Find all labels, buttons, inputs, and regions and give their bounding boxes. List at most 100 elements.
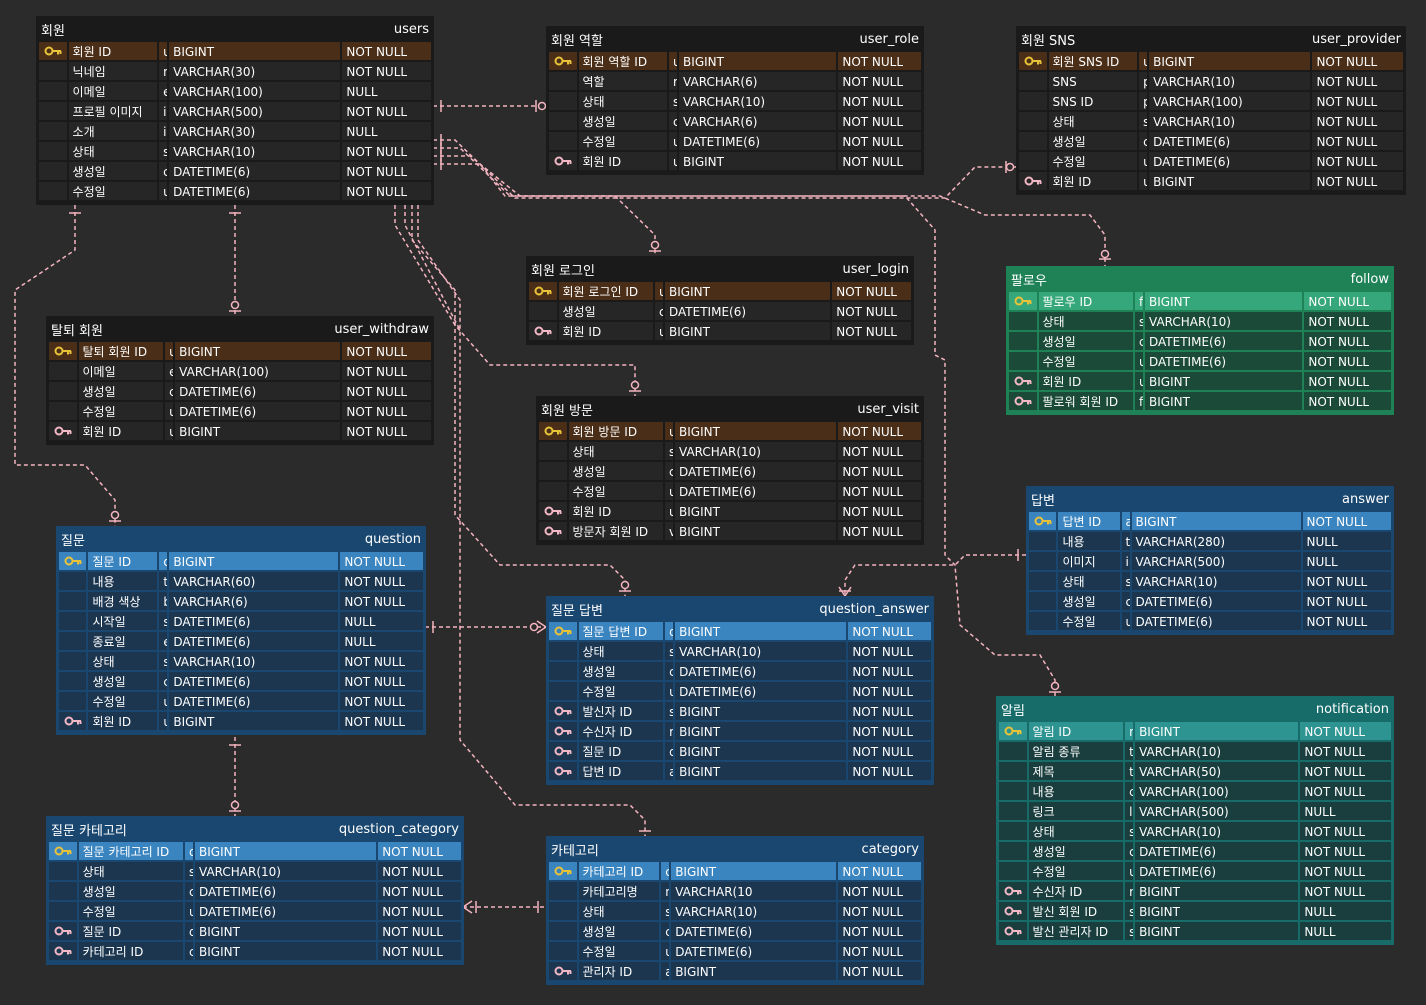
table-row[interactable]: 회원 IDuser_idBIGINTNOT NULL (539, 502, 921, 522)
table-row[interactable]: 수정일update_date_timeDATETIME(6)NOT NULL (59, 692, 423, 712)
table-row[interactable]: 생성일create_date_timeDATETIME(6)NOT NULL (59, 672, 423, 692)
table-row[interactable]: 수신자 IDreceiver_idBIGINTNOT NULL (549, 722, 931, 742)
table-row[interactable]: 역할roleVARCHAR(6)NOT NULL (549, 72, 921, 92)
table-row[interactable]: 수정일update_date_timeDATETIME(6)NOT NULL (549, 942, 921, 962)
table-row[interactable]: 회원 SNS IDuser_provider_idBIGINTNOT NULL (1019, 52, 1403, 72)
table-user-visit[interactable]: 회원 방문user_visit회원 방문 IDuser_visit_idBIGI… (536, 396, 924, 545)
table-row[interactable]: 질문 IDquestion_idBIGINTNOT NULL (49, 922, 461, 942)
table-row[interactable]: 수정일update_date_timeDATETIME(6)NOT NULL (49, 902, 461, 922)
table-row[interactable]: 카테고리 IDcategory_idBIGINTNOT NULL (49, 942, 461, 962)
table-row[interactable]: 회원 IDuser_idBIGINTNOT NULL (529, 322, 911, 342)
table-row[interactable]: 소개introductionVARCHAR(30)NULL (39, 122, 431, 142)
table-row[interactable]: 팔로우 IDfollow_idBIGINTNOT NULL (1009, 292, 1391, 312)
table-row[interactable]: 내용textVARCHAR(60)NOT NULL (59, 572, 423, 592)
table-user-provider[interactable]: 회원 SNS user_provider 회원 SNS IDuser_provide… (1016, 26, 1406, 195)
table-user-login[interactable]: 회원 로그인user_login회원 로그인 IDuser_login_idBI… (526, 256, 914, 345)
table-row[interactable]: 카테고리 IDcategory_idBIGINTNOT NULL (549, 862, 921, 882)
table-row[interactable]: 상태statusVARCHAR(10)NOT NULL (549, 902, 921, 922)
table-row[interactable]: 답변 IDanswer_idBIGINTNOT NULL (1029, 512, 1391, 532)
table-row[interactable]: 생성일create_date_timeDATETIME(6)NOT NULL (1019, 132, 1403, 152)
table-row[interactable]: 배경 색상background_colorVARCHAR(6)NOT NULL (59, 592, 423, 612)
table-row[interactable]: 내용contextVARCHAR(100)NOT NULL (999, 782, 1392, 802)
table-user-role[interactable]: 회원 역할user_role회원 역할 IDuser_role_idBIGINT… (546, 26, 924, 175)
table-row[interactable]: 관리자 IDadmin_idBIGINTNOT NULL (549, 962, 921, 982)
table-row[interactable]: 알림 IDnotification_idBIGINTNOT NULL (999, 722, 1392, 742)
table-row[interactable]: 이메일emailVARCHAR(100)NULL (39, 82, 431, 102)
table-row[interactable]: 생성일create_date_timeVARCHAR(6)NOT NULL (549, 112, 921, 132)
table-row[interactable]: 프로필 이미지image_urlVARCHAR(500)NOT NULL (39, 102, 431, 122)
table-row[interactable]: 닉네임nicknameVARCHAR(30)NOT NULL (39, 62, 431, 82)
table-row[interactable]: SNS IDprovider_idVARCHAR(100)NOT NULL (1019, 92, 1403, 112)
table-follow[interactable]: 팔로우follow팔로우 IDfollow_idBIGINTNOT NULL상태… (1006, 266, 1394, 415)
table-row[interactable]: 상태statusVARCHAR(10)NOT NULL (39, 142, 431, 162)
table-row[interactable]: 회원 IDuser_idBIGINTNOT NULL (549, 152, 921, 172)
table-row[interactable]: 발신자 IDsender_idBIGINTNOT NULL (549, 702, 931, 722)
table-row[interactable]: 수정일update_date_timeDATETIME(6)NOT NULL (1029, 612, 1391, 632)
table-row[interactable]: 팔로워 회원 IDfollower_user_idBIGINTNOT NULL (1009, 392, 1391, 412)
table-row[interactable]: 회원 IDuser_idBIGINTNOT NULL (1019, 172, 1403, 192)
table-row[interactable]: 탈퇴 회원 IDuser_withdraw_idBIGINTNOT NULL (49, 342, 431, 362)
table-row[interactable]: 수정일update_date_timeDATETIME(6)NOT NULL (539, 482, 921, 502)
table-row[interactable]: 생성일create_date_timeDATETIME(6)NOT NULL (539, 462, 921, 482)
table-row[interactable]: 수정일update_date_timeDATETIME(6)NOT NULL (999, 862, 1392, 882)
table-row[interactable]: 생성일create_date_timeDATETIME(6)NOT NULL (49, 882, 461, 902)
table-row[interactable]: 회원 IDuser_idBIGINTNOT NULL (1009, 372, 1391, 392)
table-row[interactable]: 수정일update_date_timeDATETIME(6)NOT NULL (549, 132, 921, 152)
table-row[interactable]: 질문 카테고리 IDquestion_category_idBIGINTNOT … (49, 842, 461, 862)
table-question-answer[interactable]: 질문 답변 question_answer 질문 답변 IDquestion_ans… (546, 596, 934, 785)
table-row[interactable]: 수정일update_date_timeDATETIME(6)NOT NULL (49, 402, 431, 422)
table-row[interactable]: 시작일start_date_timeDATETIME(6)NULL (59, 612, 423, 632)
table-row[interactable]: 회원 IDuser_idBIGINTNOT NULL (39, 42, 431, 62)
table-user-withdraw[interactable]: 탈퇴 회원 user_withdraw 탈퇴 회원 IDuser_withdraw_… (46, 316, 434, 445)
table-row[interactable]: 회원 역할 IDuser_role_idBIGINTNOT NULL (549, 52, 921, 72)
table-row[interactable]: 생성일create_date_timeDATETIME(6)NOT NULL (549, 662, 931, 682)
table-row[interactable]: 회원 IDuser_idBIGINTNOT NULL (59, 712, 423, 732)
table-row[interactable]: 생성일create_date_timeDATETIME(6)NOT NULL (529, 302, 911, 322)
table-notification[interactable]: 알림notification알림 IDnotification_idBIGINT… (996, 696, 1394, 945)
table-row[interactable]: 상태statusVARCHAR(10)NOT NULL (49, 862, 461, 882)
table-row[interactable]: 생성일create_date_timeDATETIME(6)NOT NULL (39, 162, 431, 182)
table-question-category[interactable]: 질문 카테고리question_category질문 카테고리 IDquesti… (46, 816, 464, 965)
table-row[interactable]: 상태statusVARCHAR(10)NOT NULL (999, 822, 1392, 842)
table-row[interactable]: 상태statusVARCHAR(10)NOT NULL (549, 92, 921, 112)
table-row[interactable]: 상태statusVARCHAR(10)NOT NULL (539, 442, 921, 462)
table-row[interactable]: 카테고리명nameVARCHAR(10NOT NULL (549, 882, 921, 902)
table-row[interactable]: 수신자 IDreceiver_idBIGINTNOT NULL (999, 882, 1392, 902)
table-row[interactable]: 수정일update_date_timeDATETIME(6)NOT NULL (549, 682, 931, 702)
table-row[interactable]: 수정일update_date_timeDATETIME(6)NOT NULL (1019, 152, 1403, 172)
table-row[interactable]: 발신 관리자 IDsender_admin_idBIGINTNULL (999, 922, 1392, 942)
table-row[interactable]: 제목titleVARCHAR(50)NOT NULL (999, 762, 1392, 782)
table-row[interactable]: 방문자 회원 IDvisitor_user_idBIGINTNOT NULL (539, 522, 921, 542)
table-users[interactable]: 회원users회원 IDuser_idBIGINTNOT NULL닉네임nick… (36, 16, 434, 205)
table-row[interactable]: 상태statusVARCHAR(10)NOT NULL (1009, 312, 1391, 332)
table-row[interactable]: 상태statusVARCHAR(10)NOT NULL (1019, 112, 1403, 132)
table-answer[interactable]: 답변answer답변 IDanswer_idBIGINTNOT NULL내용te… (1026, 486, 1394, 635)
table-row[interactable]: 생성일create_date_timeDATETIME(6)NOT NULL (1029, 592, 1391, 612)
table-row[interactable]: 회원 IDuser_idBIGINTNOT NULL (49, 422, 431, 442)
table-row[interactable]: 질문 IDquestion_idBIGINTNOT NULL (59, 552, 423, 572)
table-row[interactable]: 회원 방문 IDuser_visit_idBIGINTNOT NULL (539, 422, 921, 442)
table-row[interactable]: 이메일emailVARCHAR(100)NOT NULL (49, 362, 431, 382)
table-row[interactable]: 상태statusVARCHAR(10)NOT NULL (549, 642, 931, 662)
table-row[interactable]: 생성일create_date_timeDATETIME(6)NOT NULL (49, 382, 431, 402)
table-row[interactable]: 회원 로그인 IDuser_login_idBIGINTNOT NULL (529, 282, 911, 302)
table-row[interactable]: 발신 회원 IDsender_user_idBIGINTNULL (999, 902, 1392, 922)
table-row[interactable]: 질문 IDquestion_idBIGINTNOT NULL (549, 742, 931, 762)
table-question[interactable]: 질문question질문 IDquestion_idBIGINTNOT NULL… (56, 526, 426, 735)
table-row[interactable]: 종료일end_date_timeDATETIME(6)NULL (59, 632, 423, 652)
table-row[interactable]: 내용textVARCHAR(280)NULL (1029, 532, 1391, 552)
table-row[interactable]: 생성일create_date_timeDATETIME(6)NOT NULL (1009, 332, 1391, 352)
table-row[interactable]: 링크linkVARCHAR(500)NULL (999, 802, 1392, 822)
table-row[interactable]: 수정일update_date_timeDATETIME(6)NOT NULL (39, 182, 431, 202)
table-row[interactable]: 질문 답변 IDquestion_answer_idBIGINTNOT NULL (549, 622, 931, 642)
table-row[interactable]: 답변 IDanswer_idBIGINTNOT NULL (549, 762, 931, 782)
table-row[interactable]: 알림 종류typeVARCHAR(10)NOT NULL (999, 742, 1392, 762)
table-row[interactable]: 생성일create_date_timeDATETIME(6)NOT NULL (999, 842, 1392, 862)
table-row[interactable]: 이미지image_urlVARCHAR(500)NULL (1029, 552, 1391, 572)
table-row[interactable]: 상태statusVARCHAR(10)NOT NULL (59, 652, 423, 672)
table-category[interactable]: 카테고리category카테고리 IDcategory_idBIGINTNOT … (546, 836, 924, 985)
table-row[interactable]: SNSproviderVARCHAR(10)NOT NULL (1019, 72, 1403, 92)
table-row[interactable]: 수정일update_date_timeDATETIME(6)NOT NULL (1009, 352, 1391, 372)
table-row[interactable]: 생성일create_date_timeDATETIME(6)NOT NULL (549, 922, 921, 942)
table-row[interactable]: 상태statusVARCHAR(10)NOT NULL (1029, 572, 1391, 592)
